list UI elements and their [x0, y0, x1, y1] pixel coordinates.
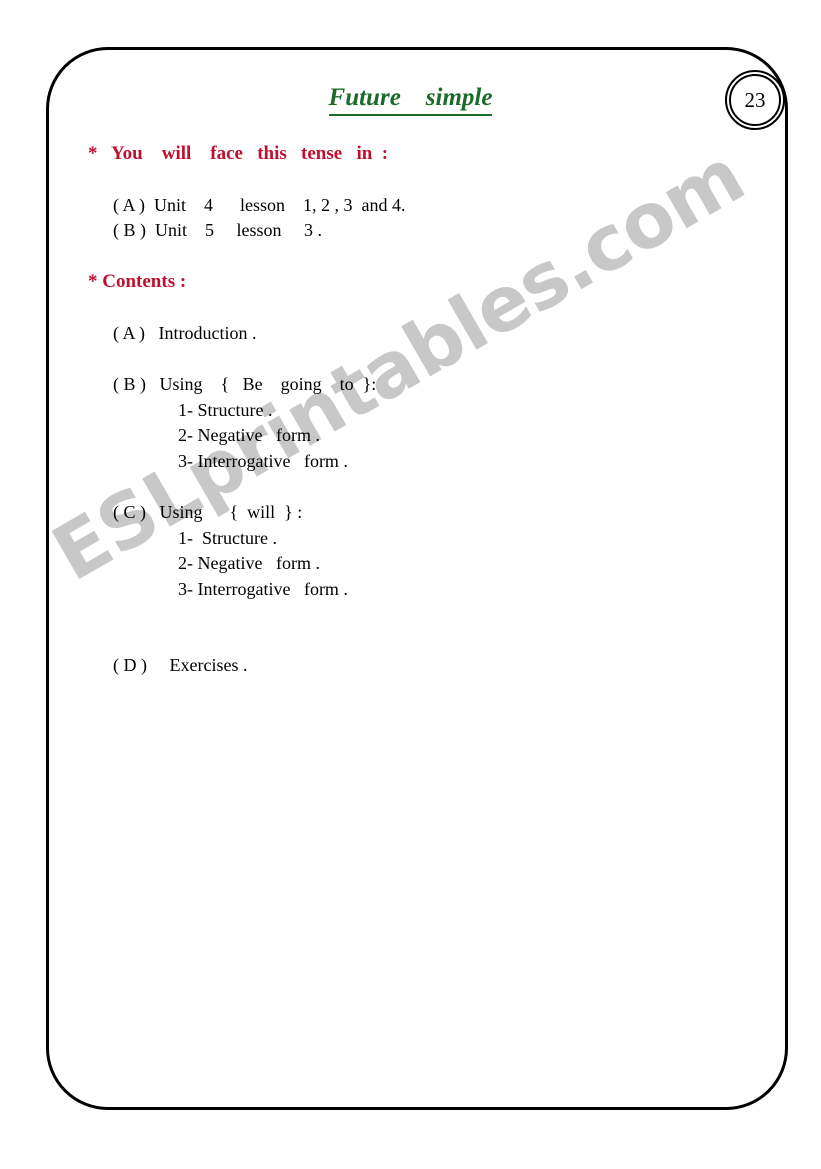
page-number-label: 23: [744, 87, 766, 112]
contents-item-b-sub-2: 2- Negative form .: [178, 425, 320, 445]
face-item-a: ( A ) Unit 4 lesson 1, 2 , 3 and 4.: [113, 195, 406, 215]
contents-item-a: ( A ) Introduction .: [113, 323, 257, 343]
contents-item-c-sub-3: 3- Interrogative form .: [178, 579, 348, 599]
page-number-badge: 23: [725, 70, 785, 130]
contents-item-b: ( B ) Using { Be going to }:: [113, 374, 377, 394]
contents-item-c-sub-2: 2- Negative form .: [178, 553, 320, 573]
worksheet-page: ESLprintables.com 23 Future simple * You…: [0, 0, 821, 1169]
section-heading-contents: * Contents :: [88, 271, 187, 292]
contents-item-b-sub-1: 1- Structure .: [178, 400, 273, 420]
page-title: Future simple: [0, 84, 821, 116]
contents-item-c-sub-1: 1- Structure .: [178, 528, 277, 548]
contents-item-d: ( D ) Exercises .: [113, 655, 248, 675]
page-title-text: Future simple: [328, 84, 493, 116]
face-item-b: ( B ) Unit 5 lesson 3 .: [113, 220, 322, 240]
contents-item-c: ( C ) Using { will } :: [113, 502, 303, 522]
contents-item-b-sub-3: 3- Interrogative form .: [178, 451, 348, 471]
section-heading-face: * You will face this tense in :: [88, 143, 389, 164]
